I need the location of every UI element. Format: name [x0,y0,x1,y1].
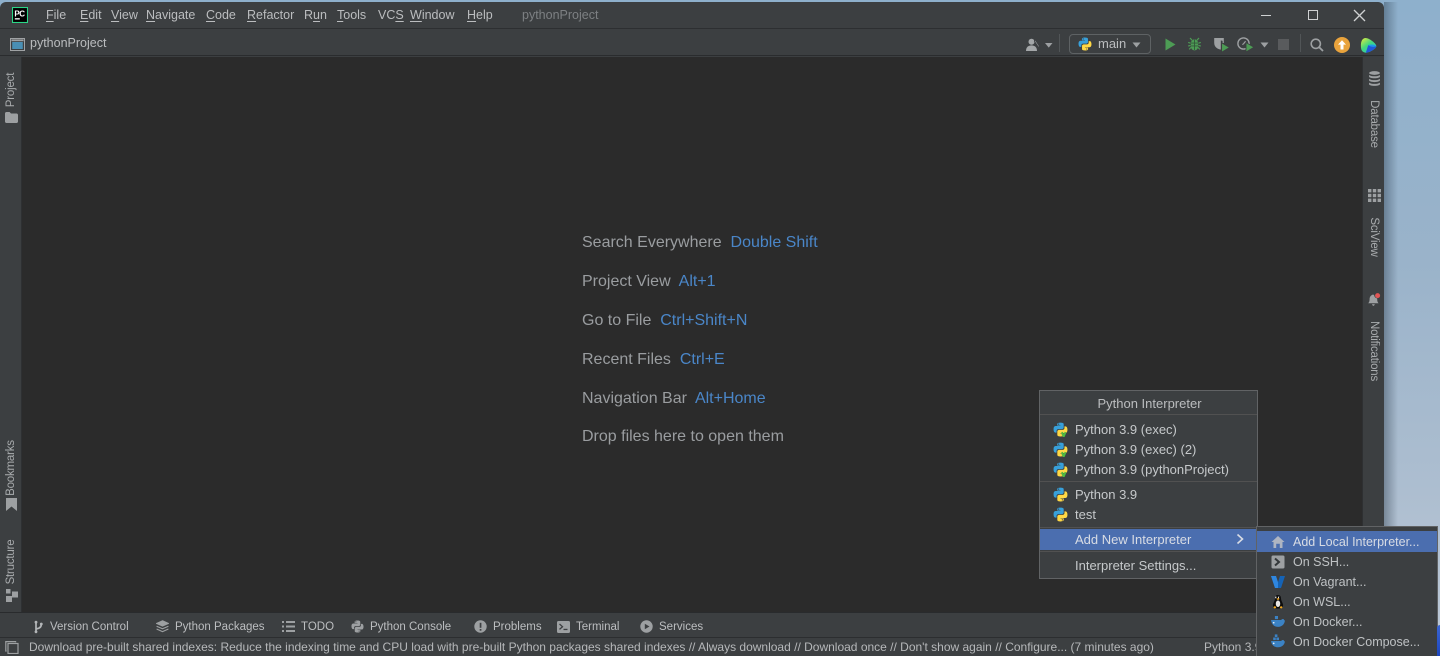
svg-text:PC: PC [14,9,25,18]
